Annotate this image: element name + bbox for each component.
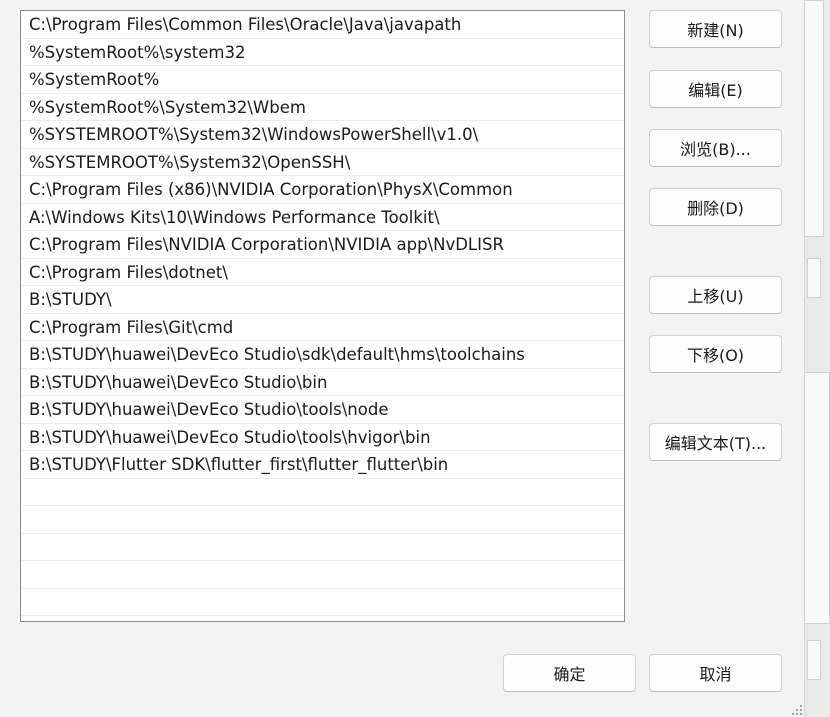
path-entry[interactable]: B:\STUDY\Flutter SDK\flutter_first\flutt…: [21, 451, 624, 479]
path-entry[interactable]: [21, 589, 624, 616]
path-entry[interactable]: C:\Program Files\Git\cmd: [21, 314, 624, 341]
resize-grip-icon[interactable]: [790, 703, 804, 717]
path-entry[interactable]: B:\STUDY\huawei\DevEco Studio\tools\hvig…: [21, 424, 624, 451]
background-button: [807, 258, 821, 298]
path-entry[interactable]: %SystemRoot%: [21, 66, 624, 94]
edit-text-button[interactable]: 编辑文本(T)...: [649, 423, 782, 461]
path-entry[interactable]: C:\Program Files\Common Files\Oracle\Jav…: [21, 11, 624, 39]
path-entry[interactable]: %SYSTEMROOT%\System32\WindowsPowerShell\…: [21, 121, 624, 149]
ok-button[interactable]: 确定: [503, 654, 636, 692]
background-panel: [804, 0, 824, 237]
path-entry[interactable]: C:\Program Files (x86)\NVIDIA Corporatio…: [21, 176, 624, 204]
path-entry[interactable]: %SystemRoot%\system32: [21, 39, 624, 66]
delete-button[interactable]: 删除(D): [649, 188, 782, 226]
path-entry[interactable]: [21, 561, 624, 589]
path-list[interactable]: C:\Program Files\Common Files\Oracle\Jav…: [20, 10, 625, 622]
path-entry[interactable]: %SYSTEMROOT%\System32\OpenSSH\: [21, 149, 624, 176]
path-entry[interactable]: B:\STUDY\huawei\DevEco Studio\bin: [21, 369, 624, 396]
move-down-button[interactable]: 下移(O): [649, 335, 782, 373]
browse-button[interactable]: 浏览(B)...: [649, 129, 782, 167]
path-entry[interactable]: %SystemRoot%\System32\Wbem: [21, 94, 624, 121]
path-entry[interactable]: [21, 479, 624, 506]
cancel-button[interactable]: 取消: [649, 654, 782, 692]
background-window: [804, 0, 830, 717]
path-entry[interactable]: B:\STUDY\huawei\DevEco Studio\sdk\defaul…: [21, 341, 624, 369]
edit-button[interactable]: 编辑(E): [649, 70, 782, 108]
path-entry[interactable]: C:\Program Files\dotnet\: [21, 259, 624, 286]
path-entry[interactable]: B:\STUDY\: [21, 286, 624, 314]
path-entry[interactable]: C:\Program Files\NVIDIA Corporation\NVID…: [21, 231, 624, 259]
path-entry[interactable]: B:\STUDY\huawei\DevEco Studio\tools\node: [21, 396, 624, 424]
path-entry[interactable]: A:\Windows Kits\10\Windows Performance T…: [21, 204, 624, 231]
edit-environment-variable-dialog: C:\Program Files\Common Files\Oracle\Jav…: [0, 0, 804, 717]
move-up-button[interactable]: 上移(U): [649, 276, 782, 314]
path-entry[interactable]: [21, 506, 624, 534]
background-list: [804, 372, 830, 624]
path-entry[interactable]: [21, 534, 624, 561]
background-button: [807, 640, 821, 680]
new-button[interactable]: 新建(N): [649, 10, 782, 48]
